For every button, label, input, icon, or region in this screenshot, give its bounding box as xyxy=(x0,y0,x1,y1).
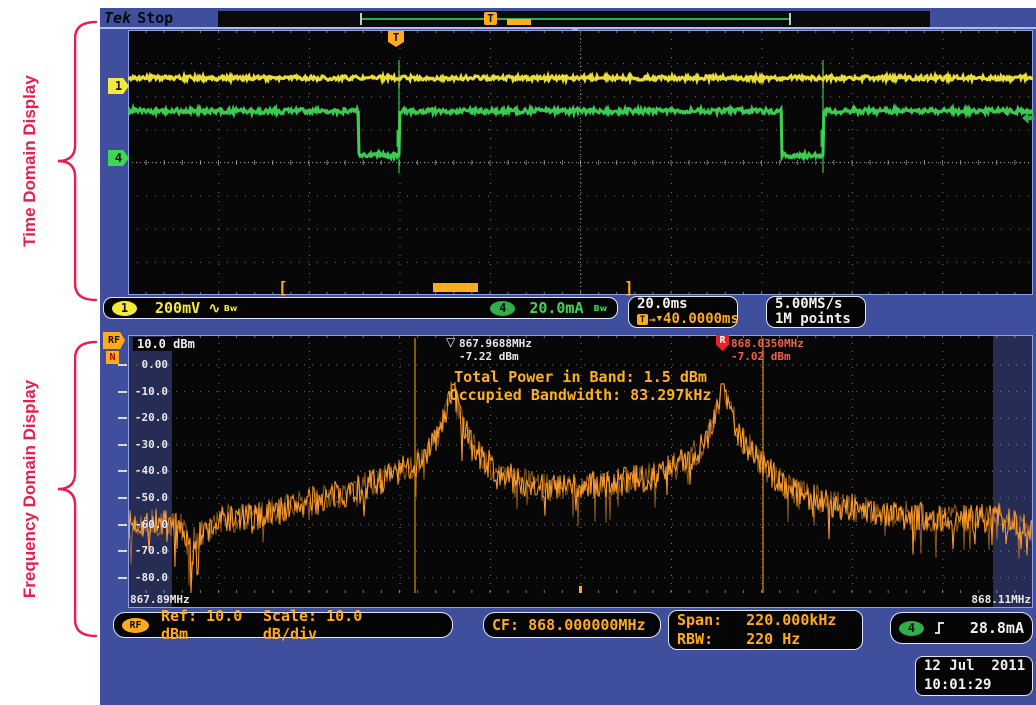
rbw-value: 220 Hz xyxy=(746,630,800,649)
acquisition-preview-bar: T xyxy=(218,11,930,27)
tek-logo: Tek xyxy=(104,9,131,27)
span-value: 220.000kHz xyxy=(746,611,836,630)
annotation-braces xyxy=(0,0,100,705)
ch4-badge: 4 xyxy=(490,301,515,316)
y-axis-tick-label: -60.0 xyxy=(126,518,168,531)
horizontal-readout-box: 20.0ms T → ▼ 40.0000ms xyxy=(628,296,738,328)
ch1-badge: 1 xyxy=(112,301,137,316)
record-bracket-left xyxy=(360,13,362,25)
oscilloscope-screen: Tek Stop T 1 4 T [ ] 1 200mV ∿ Bw 4 20.0… xyxy=(100,8,1036,705)
rbw-label: RBW: xyxy=(677,630,713,649)
time-domain-graticule xyxy=(128,30,1033,295)
marker-a-triangle-icon: ▽ xyxy=(446,335,455,349)
annotated-oscilloscope-figure: { "annotations": { "time": "Time Domain … xyxy=(0,0,1036,705)
vertical-scale-readout: Scale: 10.0 dB/div xyxy=(263,607,404,643)
ch4-scale-readout: 20.0mA xyxy=(529,299,583,317)
display-top-border xyxy=(100,27,1036,29)
rf-trace-mode-icon: N xyxy=(106,351,119,364)
ch1-coupling-icon: ∿ xyxy=(208,299,221,317)
rf-vertical-readout-box: RF Ref: 10.0 dBm Scale: 10.0 dB/div xyxy=(113,612,453,638)
start-frequency-label: 867.89MHz xyxy=(130,593,190,606)
channel1-position-marker: 1 xyxy=(108,78,129,94)
acquisition-status: Stop xyxy=(137,9,173,27)
trace-mode-label: N xyxy=(109,352,115,363)
ch1-scale-readout: 200mV xyxy=(155,299,200,317)
y-axis-tick-label: -10.0 xyxy=(126,385,168,398)
spectrum-time-indicator-bar xyxy=(433,283,478,292)
spectrum-time-bracket-open: [ xyxy=(278,278,288,297)
y-axis-tick-label: 0.00 xyxy=(126,358,168,371)
trigger-level-readout: 28.8mA xyxy=(970,619,1024,637)
rf-channel-marker: RF xyxy=(103,332,125,349)
y-axis-tick-label: -20.0 xyxy=(126,411,168,424)
acquisition-readout-box: 5.00MS/s 1M points xyxy=(766,296,866,328)
center-frequency-readout: CF: 868.000000MHz xyxy=(492,616,646,634)
marker-r-amplitude: -7.02 dBm xyxy=(731,350,804,363)
band-power-measurement: Total Power in Band: 1.5 dBm xyxy=(128,368,1033,386)
trigger-t-icon: T xyxy=(637,314,648,325)
marker-a-amplitude: -7.22 dBm xyxy=(459,350,532,363)
marker-a-frequency: 867.9688MHz xyxy=(459,337,532,350)
trigger-arrow-icon: → xyxy=(649,312,656,327)
center-frequency-readout-box: CF: 868.000000MHz xyxy=(483,612,661,638)
y-axis-tick-label: -30.0 xyxy=(126,438,168,451)
marker-r-frequency: 868.0350MHz xyxy=(731,337,804,350)
ch4-bandwidth-icon: Bw xyxy=(594,304,608,313)
record-bracket-right xyxy=(789,13,791,25)
rf-readout-badge: RF xyxy=(122,618,149,633)
rf-badge-label: RF xyxy=(108,335,120,346)
trigger-delay-readout: 40.0000ms xyxy=(663,312,739,327)
trigger-source-badge: 4 xyxy=(899,621,924,636)
time-domain-annotation-label: Time Domain Display xyxy=(20,75,40,247)
spectrum-time-bar xyxy=(507,19,531,25)
ref-level-readout: Ref: 10.0 dBm xyxy=(161,607,263,643)
occupied-bandwidth-measurement: Occupied Bandwidth: 83.297kHz xyxy=(128,386,1033,404)
span-rbw-readout-box: Span: 220.000kHz RBW: 220 Hz xyxy=(668,610,863,650)
reference-marker-label: R xyxy=(719,335,725,351)
stop-frequency-label: 868.11MHz xyxy=(971,593,1031,606)
trigger-pos-icon: ▼ xyxy=(657,312,662,327)
timebase-readout: 20.0ms xyxy=(637,297,688,312)
time-domain-traces-svg xyxy=(128,30,1033,295)
span-label: Span: xyxy=(677,611,722,630)
y-axis-tick-label: -40.0 xyxy=(126,464,168,477)
date-readout: 12 Jul 2011 xyxy=(924,657,1025,676)
spectrum-time-bracket-close: ] xyxy=(624,278,634,297)
y-axis-tick-label: -80.0 xyxy=(126,571,168,584)
acquisition-waveform-line xyxy=(361,18,791,20)
ch1-bandwidth-icon: Bw xyxy=(224,304,238,313)
rising-edge-icon xyxy=(934,620,946,636)
preview-trigger-t-icon: T xyxy=(484,12,497,25)
trigger-readout-box: 4 28.8mA xyxy=(890,612,1033,644)
y-axis-tick-label: -50.0 xyxy=(126,491,168,504)
frequency-domain-annotation-label: Frequency Domain Display xyxy=(20,380,40,598)
channel4-position-marker: 4 xyxy=(108,150,129,166)
sample-rate-readout: 5.00MS/s xyxy=(775,297,842,312)
datetime-box: 12 Jul 2011 10:01:29 xyxy=(915,656,1033,696)
spectrum-graticule: Total Power in Band: 1.5 dBm Occupied Ba… xyxy=(128,335,1033,608)
time-readout: 10:01:29 xyxy=(924,676,991,695)
channel-readout-box: 1 200mV ∿ Bw 4 20.0mA Bw xyxy=(103,297,618,319)
record-length-readout: 1M points xyxy=(775,312,851,327)
y-axis-tick-label: -70.0 xyxy=(126,544,168,557)
reference-level-readout: 10.0 dBm xyxy=(133,337,199,351)
